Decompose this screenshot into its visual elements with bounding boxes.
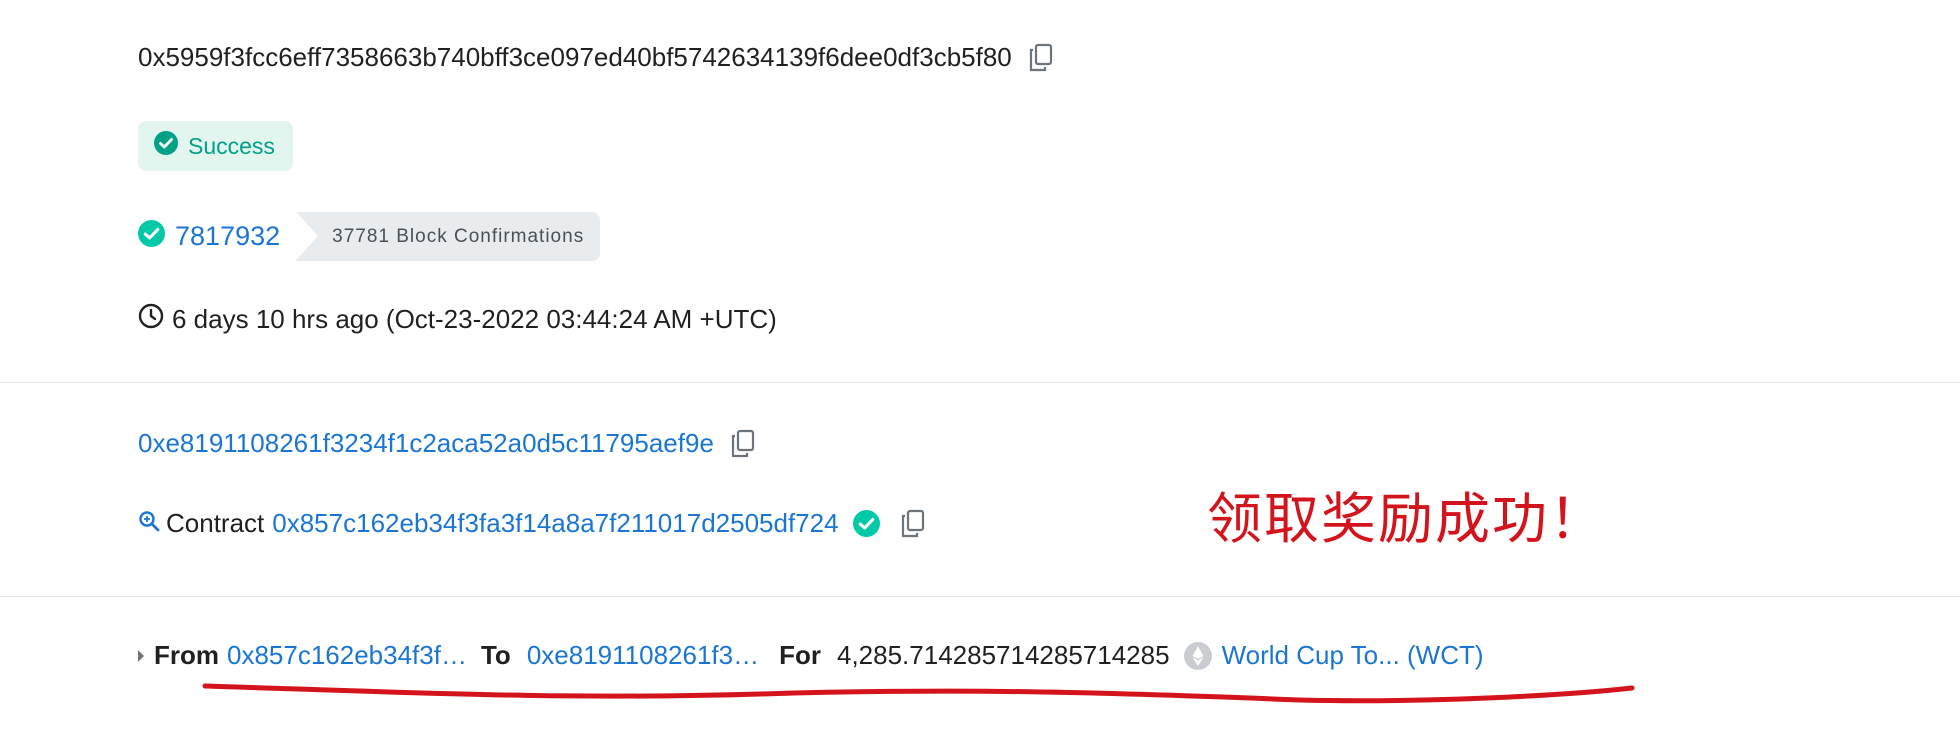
annotation-underline (202, 683, 1635, 704)
